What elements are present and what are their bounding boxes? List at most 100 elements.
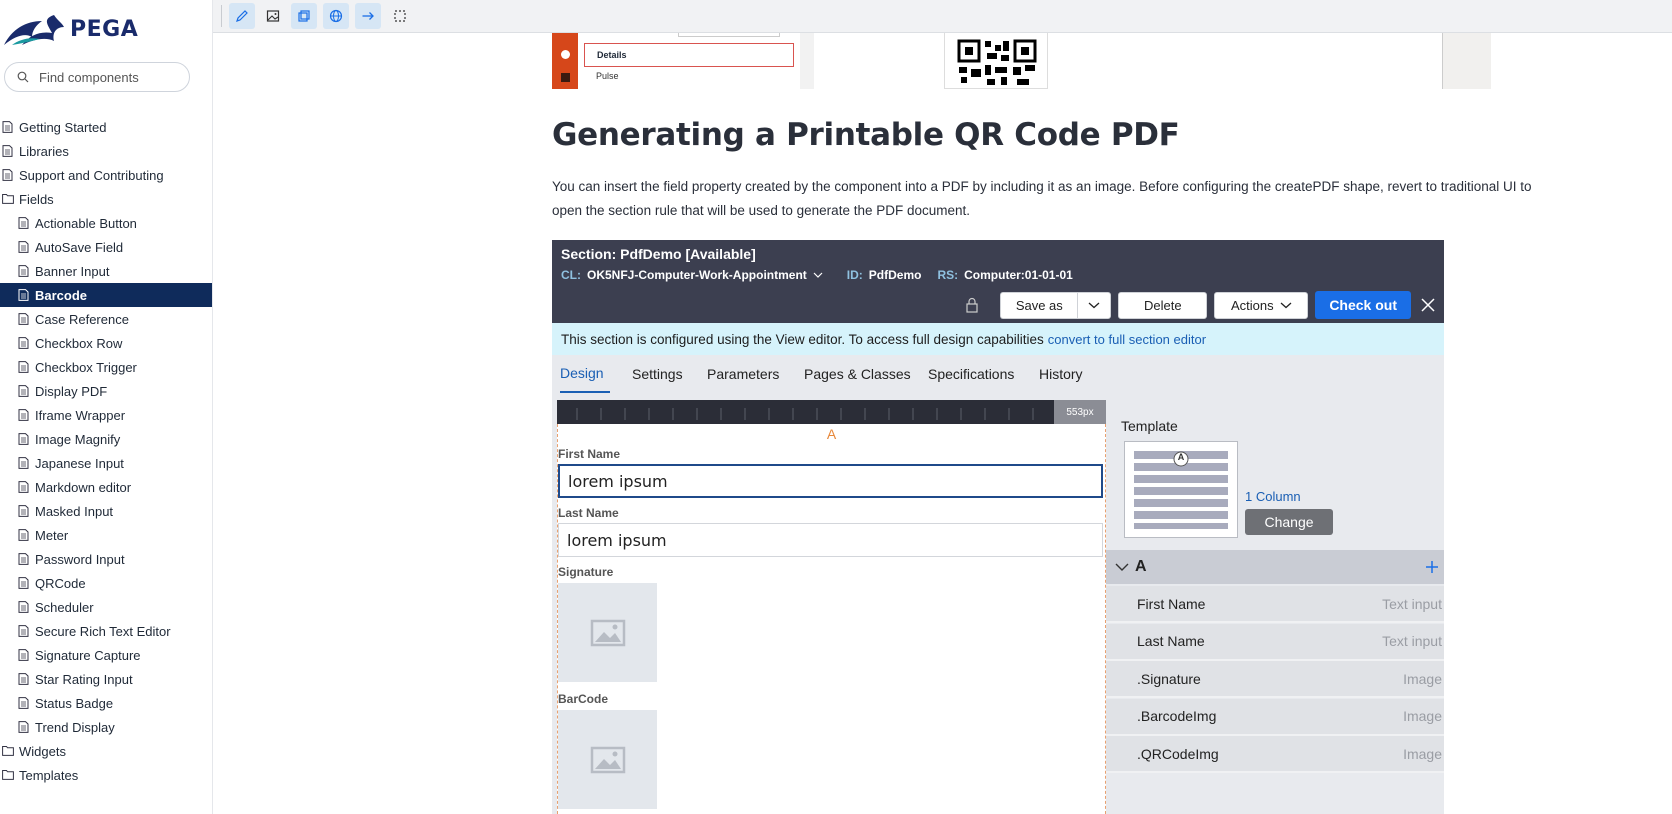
sidebar-item-japanese-input[interactable]: Japanese Input	[0, 451, 212, 475]
sidebar-item-star-rating-input[interactable]: Star Rating Input	[0, 667, 212, 691]
sidebar-item-case-reference[interactable]: Case Reference	[0, 307, 212, 331]
search-box[interactable]	[4, 62, 190, 92]
folder-icon	[2, 193, 14, 205]
sidebar-item-label: Barcode	[35, 287, 88, 303]
view-editor-banner: This section is configured using the Vie…	[552, 323, 1444, 355]
section-title: Section: PdfDemo [Available]	[561, 246, 756, 262]
region-a-label: A	[826, 426, 837, 442]
qr-code-image	[944, 33, 1048, 89]
layout-name-link[interactable]: 1 Column	[1245, 489, 1301, 504]
field-type: Text input	[1382, 633, 1442, 649]
cl-key: CL:	[561, 268, 581, 282]
folder-icon	[2, 745, 14, 757]
document-icon	[18, 697, 30, 709]
document-icon	[18, 265, 30, 277]
search-input[interactable]	[37, 68, 181, 86]
globe-tool-button[interactable]	[323, 3, 349, 29]
menu-item-pulse: Pulse	[596, 71, 619, 81]
tab-specifications[interactable]: Specifications	[928, 355, 1014, 393]
sidebar-item-label: Display PDF	[35, 383, 108, 399]
sidebar-item-markdown-editor[interactable]: Markdown editor	[0, 475, 212, 499]
add-icon[interactable]	[1425, 560, 1439, 574]
first-name-field[interactable]: lorem ipsum	[558, 464, 1103, 498]
close-icon[interactable]	[1420, 297, 1436, 313]
template-thumbnail[interactable]: A	[1124, 441, 1238, 538]
save-as-menu-button[interactable]	[1077, 291, 1112, 319]
sidebar-item-widgets[interactable]: Widgets	[0, 739, 212, 763]
sidebar-item-image-magnify[interactable]: Image Magnify	[0, 427, 212, 451]
pega-logo[interactable]: PEGA	[2, 10, 138, 48]
cl-value[interactable]: OK5NFJ-Computer-Work-Appointment	[587, 268, 807, 282]
section-name: Section: PdfDemo	[561, 246, 682, 262]
sidebar-item-autosave-field[interactable]: AutoSave Field	[0, 235, 212, 259]
sidebar-item-iframe-wrapper[interactable]: Iframe Wrapper	[0, 403, 212, 427]
folder-icon	[2, 769, 14, 781]
delete-button[interactable]: Delete	[1118, 291, 1208, 319]
tab-parameters[interactable]: Parameters	[707, 355, 779, 393]
sidebar-item-status-badge[interactable]: Status Badge	[0, 691, 212, 715]
save-as-button[interactable]: Save as	[1000, 291, 1078, 319]
sidebar-item-barcode[interactable]: Barcode	[0, 283, 212, 307]
image-tool-button[interactable]	[260, 3, 286, 29]
sidebar-item-scheduler[interactable]: Scheduler	[0, 595, 212, 619]
sidebar-item-checkbox-trigger[interactable]: Checkbox Trigger	[0, 355, 212, 379]
tab-design[interactable]: Design	[560, 355, 610, 393]
sidebar-item-label: Star Rating Input	[35, 671, 133, 687]
chevron-down-icon	[813, 272, 823, 278]
sidebar-item-signature-capture[interactable]: Signature Capture	[0, 643, 212, 667]
tab-pages-classes[interactable]: Pages & Classes	[804, 355, 911, 393]
convert-editor-link[interactable]: convert to full section editor	[1048, 332, 1206, 347]
sidebar-item-meter[interactable]: Meter	[0, 523, 212, 547]
document-icon	[18, 361, 30, 373]
signature-image-placeholder[interactable]	[558, 583, 657, 682]
region-field-row[interactable]: .Signature Image	[1106, 661, 1444, 698]
sidebar-item-checkbox-row[interactable]: Checkbox Row	[0, 331, 212, 355]
template-thumb-letter: A	[1177, 452, 1185, 462]
sidebar-item-label: Templates	[19, 767, 79, 783]
sidebar-item-banner-input[interactable]: Banner Input	[0, 259, 212, 283]
select-tool-button[interactable]	[387, 3, 413, 29]
region-field-row[interactable]: First Name Text input	[1106, 586, 1444, 623]
sidebar-item-support-and-contributing[interactable]: Support and Contributing	[0, 163, 212, 187]
tab-settings[interactable]: Settings	[632, 355, 683, 393]
actions-button[interactable]: Actions	[1214, 291, 1309, 319]
region-field-row[interactable]: .QRCodeImg Image	[1106, 736, 1444, 773]
arrow-tool-button[interactable]	[355, 3, 381, 29]
sidebar-item-actionable-button[interactable]: Actionable Button	[0, 211, 212, 235]
sidebar-item-getting-started[interactable]: Getting Started	[0, 115, 212, 139]
document-icon	[18, 673, 30, 685]
sidebar-item-label: Signature Capture	[35, 647, 141, 663]
barcode-label: BarCode	[558, 692, 609, 706]
sidebar-item-password-input[interactable]: Password Input	[0, 547, 212, 571]
sidebar-item-fields[interactable]: Fields	[0, 187, 212, 211]
region-field-row[interactable]: .BarcodeImg Image	[1106, 698, 1444, 736]
sidebar-item-secure-rich-text-editor[interactable]: Secure Rich Text Editor	[0, 619, 212, 643]
barcode-image-placeholder[interactable]	[558, 710, 657, 809]
tab-history[interactable]: History	[1039, 355, 1083, 393]
check-out-button[interactable]: Check out	[1315, 291, 1411, 319]
sidebar-item-trend-display[interactable]: Trend Display	[0, 715, 212, 739]
sidebar-item-display-pdf[interactable]: Display PDF	[0, 379, 212, 403]
region-field-row[interactable]: Last Name Text input	[1106, 623, 1444, 661]
sidebar: PEGA Getting Started Libraries Support and…	[0, 0, 213, 814]
document-icon	[18, 481, 30, 493]
sidebar-item-templates[interactable]: Templates	[0, 763, 212, 787]
layers-tool-button[interactable]	[291, 3, 317, 29]
sidebar-item-masked-input[interactable]: Masked Input	[0, 499, 212, 523]
sidebar-item-label: Status Badge	[35, 695, 114, 711]
region-a-header[interactable]: A	[1106, 550, 1444, 584]
last-name-field[interactable]: lorem ipsum	[558, 523, 1103, 557]
chevron-down-icon[interactable]	[1115, 562, 1129, 572]
document-icon	[18, 217, 30, 229]
pencil-tool-button[interactable]	[229, 3, 255, 29]
change-template-button[interactable]: Change	[1245, 509, 1333, 535]
sidebar-item-label: Markdown editor	[35, 479, 132, 495]
nav-tree: Getting Started Libraries Support and Cont…	[0, 115, 212, 787]
section-header: Section: PdfDemo [Available] CL: OK5NFJ-…	[552, 240, 1444, 323]
logo-text: PEGA	[70, 16, 139, 42]
id-key: ID:	[846, 268, 863, 282]
globe-icon	[329, 9, 343, 23]
sidebar-item-qrcode[interactable]: QRCode	[0, 571, 212, 595]
id-value: PdfDemo	[868, 268, 922, 282]
sidebar-item-libraries[interactable]: Libraries	[0, 139, 212, 163]
